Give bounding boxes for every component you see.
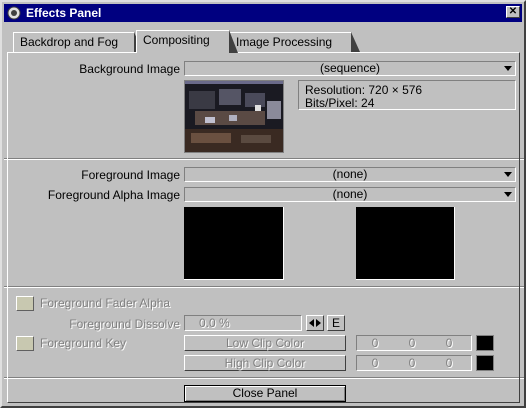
effects-panel-window: Effects Panel ✕ Backdrop and Fog Image P…: [0, 0, 526, 408]
tab-image-processing[interactable]: Image Processing: [229, 32, 360, 52]
app-icon: [7, 6, 21, 20]
compositing-panel: [7, 52, 520, 403]
title-bar[interactable]: Effects Panel ✕: [4, 4, 522, 22]
active-tab-joint: [137, 51, 228, 54]
tab-backdrop-and-fog[interactable]: Backdrop and Fog: [13, 32, 143, 52]
close-icon[interactable]: ✕: [506, 6, 520, 18]
window-title: Effects Panel: [26, 6, 102, 20]
tab-compositing[interactable]: Compositing: [136, 30, 238, 53]
